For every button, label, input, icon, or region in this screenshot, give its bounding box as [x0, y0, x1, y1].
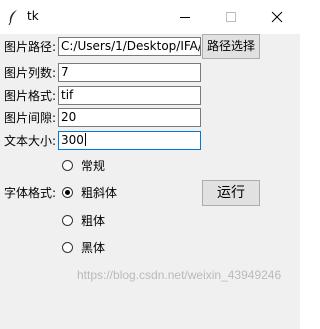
feather-icon — [8, 10, 17, 25]
columns-label: 图片列数: — [4, 66, 57, 80]
path-label: 图片路径: — [4, 40, 57, 54]
columns-input[interactable]: 7 — [58, 63, 201, 82]
fontstyle-label: 字体格式: — [4, 186, 57, 200]
textsize-label: 文本大小: — [4, 134, 57, 148]
radio-label: 粗斜体 — [81, 186, 118, 200]
title-bar: tk — [0, 0, 300, 34]
watermark-text: https://blog.csdn.net/weixin_43949246 — [77, 268, 282, 282]
format-label: 图片格式: — [4, 89, 57, 103]
main-panel: 图片路径: C:/Users/1/Desktop/IFA/ 路径选择 图片列数:… — [0, 34, 300, 329]
radio-button[interactable] — [62, 242, 73, 253]
minimize-icon — [180, 17, 190, 18]
maximize-button[interactable] — [208, 0, 254, 34]
radio-label: 黑体 — [81, 241, 106, 255]
textsize-input[interactable]: 300 — [58, 131, 201, 150]
path-input[interactable]: C:/Users/1/Desktop/IFA/ — [58, 37, 201, 56]
minimize-button[interactable] — [162, 0, 208, 34]
format-input[interactable]: tif — [58, 86, 201, 105]
radio-label: 常规 — [81, 159, 106, 173]
radio-label: 粗体 — [81, 214, 106, 228]
run-button[interactable]: 运行 — [202, 180, 260, 206]
gap-label: 图片间隙: — [4, 111, 57, 125]
close-button[interactable] — [254, 0, 300, 34]
browse-path-button[interactable]: 路径选择 — [202, 34, 260, 59]
gap-input[interactable]: 20 — [58, 108, 201, 127]
window-title: tk — [27, 9, 39, 23]
close-icon — [271, 11, 283, 23]
radio-button[interactable] — [62, 215, 73, 226]
maximize-icon — [226, 12, 236, 22]
radio-button-selected[interactable] — [62, 187, 73, 198]
radio-button[interactable] — [62, 160, 73, 171]
text-cursor — [84, 133, 86, 146]
textsize-value: 300 — [61, 133, 84, 147]
